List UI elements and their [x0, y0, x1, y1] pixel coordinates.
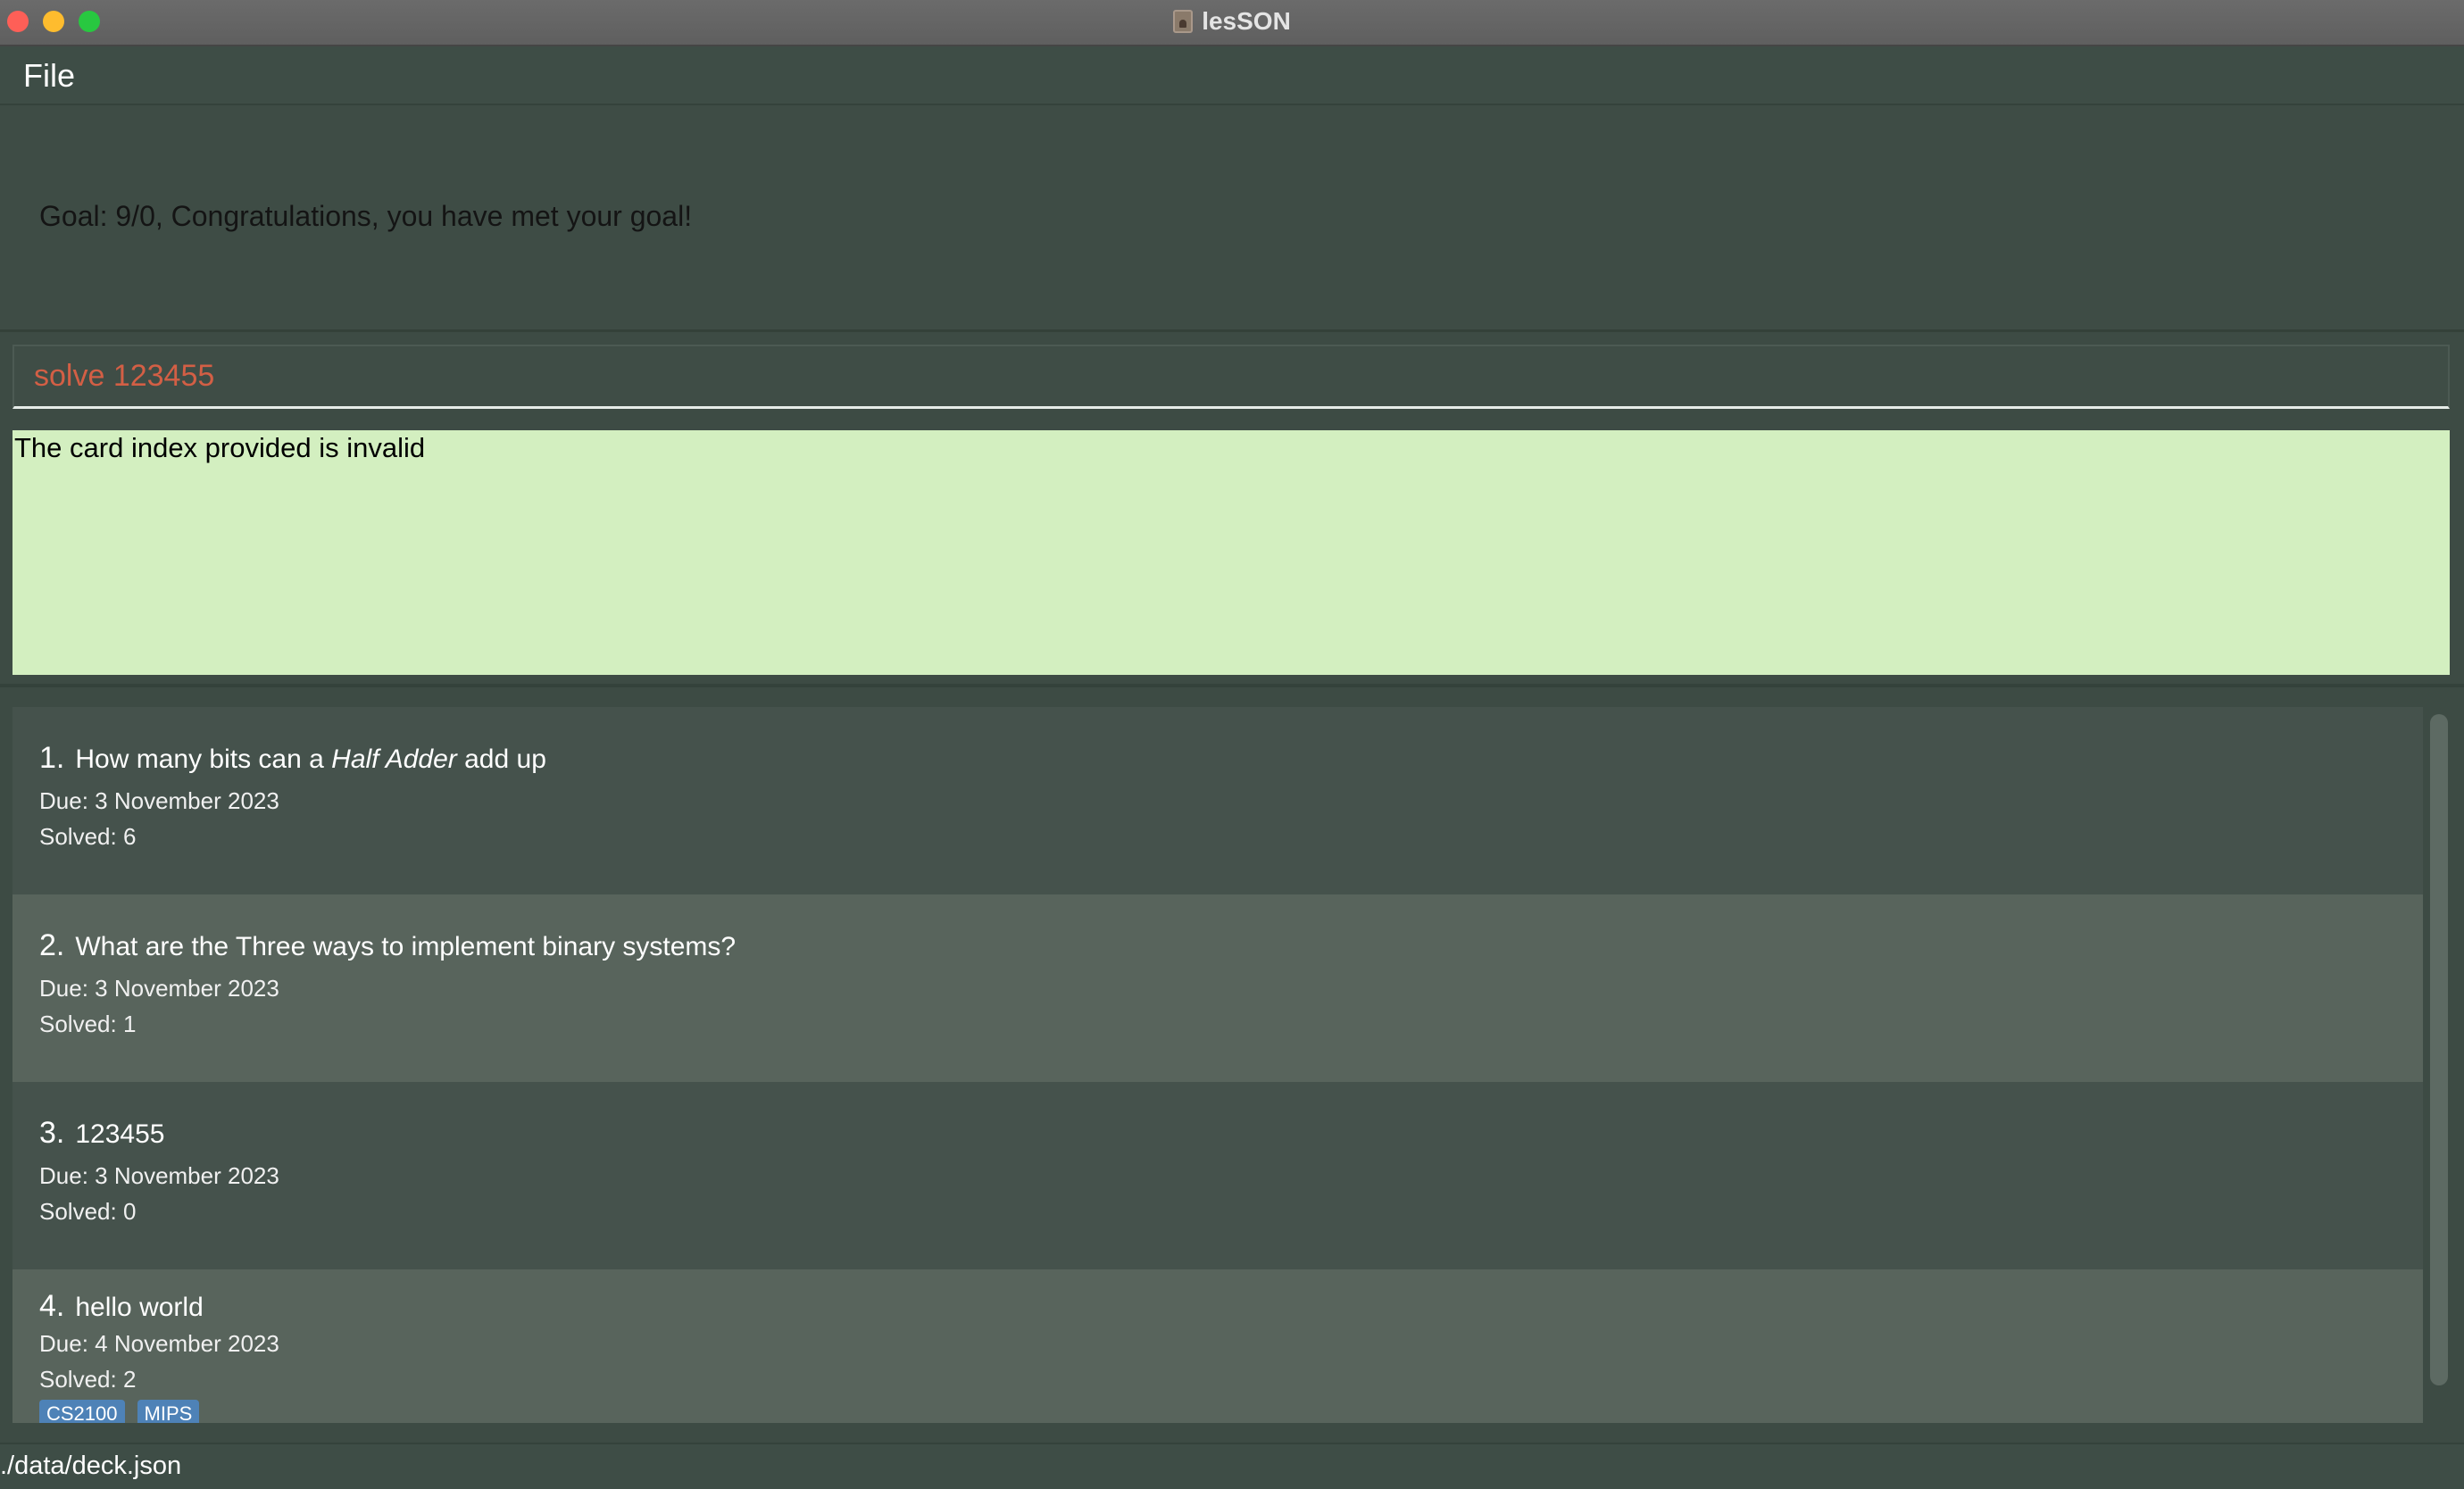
- card-solved-count: Solved: 6: [39, 823, 137, 850]
- title-bar: lesSON: [0, 0, 2464, 46]
- window-title: lesSON: [1202, 7, 1291, 35]
- card-question-suffix: add up: [456, 744, 546, 774]
- card-index: 3.: [39, 1116, 65, 1150]
- command-box[interactable]: [12, 345, 2450, 409]
- card-due-date: Due: 4 November 2023: [39, 1330, 279, 1357]
- divider: [0, 684, 2464, 687]
- app-icon: [1173, 10, 1194, 33]
- status-bar: ./data/deck.json: [0, 1443, 2464, 1489]
- card-index: 1.: [39, 741, 65, 775]
- menu-bar: File: [0, 46, 2464, 105]
- card-question-prefix: How many bits can a: [75, 744, 332, 774]
- card-tags: CS2100 MIPS: [39, 1400, 200, 1423]
- card-question-emphasis: Half Adder: [331, 744, 457, 774]
- card-due-date: Due: 3 November 2023: [39, 787, 279, 814]
- save-file-path: ./data/deck.json: [0, 1452, 182, 1480]
- card-due-date: Due: 3 November 2023: [39, 975, 279, 1002]
- card-question: hello world: [75, 1293, 204, 1322]
- tag: MIPS: [137, 1400, 200, 1423]
- result-message: The card index provided is invalid: [14, 432, 426, 463]
- card-heading: 2. What are the Three ways to implement …: [39, 928, 736, 963]
- card-solved-count: Solved: 2: [39, 1366, 137, 1393]
- card-solved-count: Solved: 0: [39, 1198, 137, 1225]
- card-heading: 4. hello world: [39, 1289, 204, 1324]
- card-item[interactable]: 4. hello world Due: 4 November 2023 Solv…: [12, 1269, 2423, 1423]
- card-solved-count: Solved: 1: [39, 1011, 137, 1037]
- window-title-group: lesSON: [0, 0, 2464, 43]
- card-question: What are the Three ways to implement bin…: [75, 932, 737, 961]
- goal-text: Goal: 9/0, Congratulations, you have met…: [39, 200, 693, 232]
- command-input[interactable]: [34, 346, 2435, 405]
- card-heading: 1. How many bits can a Half Adder add up: [39, 741, 546, 776]
- result-display: The card index provided is invalid: [12, 430, 2450, 675]
- card-item[interactable]: 3. 123455 Due: 3 November 2023 Solved: 0: [12, 1082, 2423, 1269]
- card-heading: 3. 123455: [39, 1116, 164, 1151]
- scrollbar-thumb[interactable]: [2430, 714, 2448, 1385]
- tag: CS2100: [39, 1400, 125, 1423]
- card-list-scrollbar[interactable]: [2425, 707, 2452, 1423]
- card-item[interactable]: 1. How many bits can a Half Adder add up…: [12, 707, 2423, 894]
- card-question: How many bits can a Half Adder add up: [75, 744, 546, 775]
- file-menu[interactable]: File: [23, 57, 75, 95]
- goal-panel: Goal: 9/0, Congratulations, you have met…: [0, 105, 2464, 332]
- card-item[interactable]: 2. What are the Three ways to implement …: [12, 894, 2423, 1082]
- card-index: 4.: [39, 1289, 65, 1323]
- card-question: 123455: [75, 1119, 165, 1149]
- card-due-date: Due: 3 November 2023: [39, 1162, 279, 1189]
- card-list[interactable]: 1. How many bits can a Half Adder add up…: [12, 707, 2423, 1423]
- card-index: 2.: [39, 928, 65, 962]
